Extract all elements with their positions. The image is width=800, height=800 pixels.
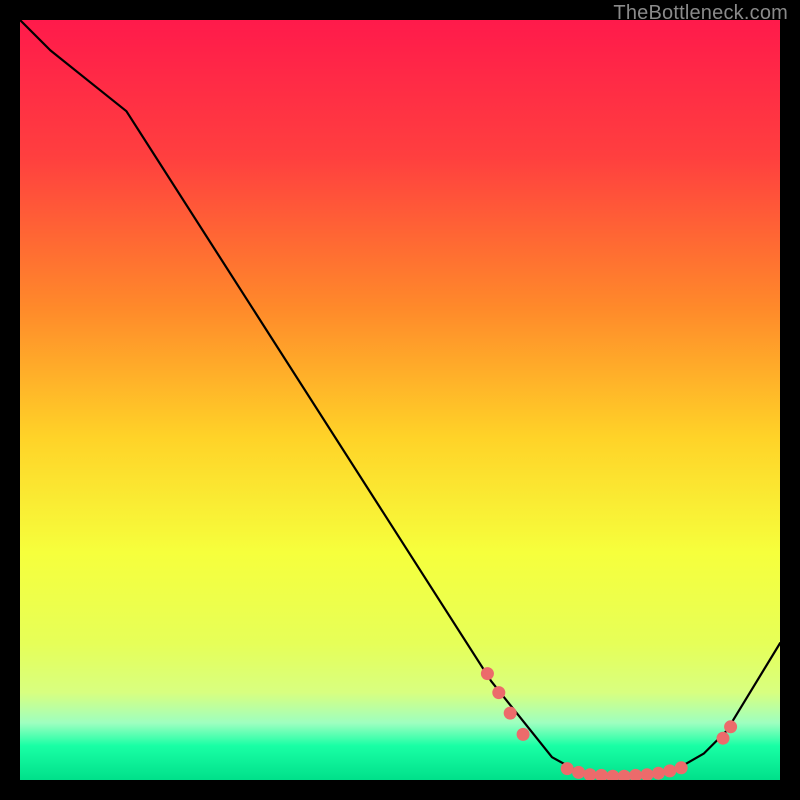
bottleneck-curve-plot <box>20 20 780 780</box>
highlight-marker <box>572 766 585 779</box>
highlight-marker <box>724 720 737 733</box>
highlight-marker <box>517 728 530 741</box>
chart-frame: TheBottleneck.com <box>0 0 800 800</box>
highlight-marker <box>492 686 505 699</box>
gradient-background <box>20 20 780 780</box>
highlight-marker <box>675 761 688 774</box>
highlight-marker <box>652 767 665 780</box>
highlight-marker <box>504 707 517 720</box>
highlight-marker <box>481 667 494 680</box>
highlight-marker <box>561 762 574 775</box>
watermark-text: TheBottleneck.com <box>613 2 788 25</box>
highlight-marker <box>717 732 730 745</box>
highlight-marker <box>663 764 676 777</box>
